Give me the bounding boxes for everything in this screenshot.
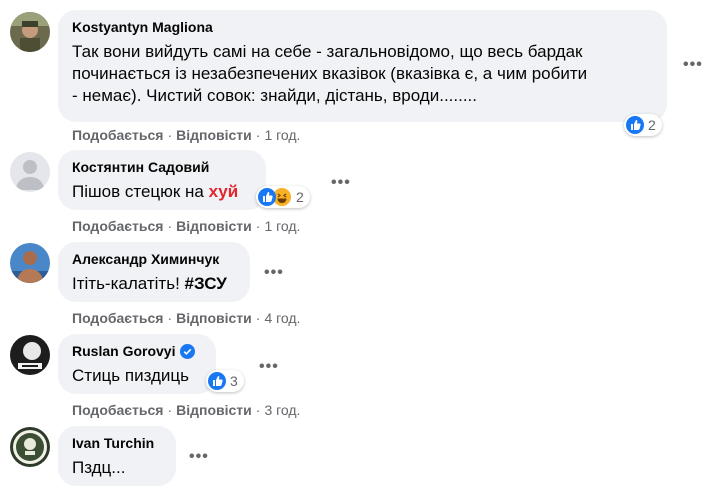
comment-author[interactable]: Александр Химинчук xyxy=(72,250,236,268)
verified-badge-icon xyxy=(180,343,196,359)
comment-bubble: Ivan Turchin Пздц... xyxy=(58,426,176,486)
comment-bubble: Kostyantyn Magliona Так вони вийдуть сам… xyxy=(58,10,667,122)
reply-button[interactable]: Відповісти xyxy=(176,218,252,234)
avatar[interactable] xyxy=(10,152,50,192)
reply-button[interactable]: Відповісти xyxy=(176,402,252,418)
timestamp[interactable]: 1 год. xyxy=(264,127,300,143)
reaction-summary[interactable]: 2 xyxy=(624,114,662,136)
comment-actions: Подобається · Відповісти · 1 год. xyxy=(72,127,301,143)
reaction-summary[interactable]: 3 xyxy=(206,370,244,392)
reaction-count: 3 xyxy=(230,373,238,389)
reaction-count: 2 xyxy=(648,117,656,133)
reply-button[interactable]: Відповісти xyxy=(176,127,252,143)
timestamp[interactable]: 3 год. xyxy=(264,402,300,418)
more-options-button[interactable]: ••• xyxy=(189,448,209,466)
comment-author[interactable]: Ruslan Gorovyi xyxy=(72,342,202,360)
censored-word: хуй xyxy=(208,182,239,201)
like-icon xyxy=(258,188,276,206)
more-options-button[interactable]: ••• xyxy=(331,174,351,192)
like-button[interactable]: Подобається xyxy=(72,402,163,418)
like-button[interactable]: Подобається xyxy=(72,127,163,143)
like-button[interactable]: Подобається xyxy=(72,310,163,326)
comment-actions: Подобається · Відповісти · 3 год. xyxy=(72,402,301,418)
comment-bubble: Александр Химинчук Ітіть-калатіть! #ЗСУ xyxy=(58,242,250,302)
more-options-button[interactable]: ••• xyxy=(683,56,703,74)
comment-bubble: Ruslan Gorovyi Стиць пиздиць xyxy=(58,334,216,394)
comment-text: Пішов стецюк на хуй xyxy=(72,182,239,201)
comment-text: Ітіть-калатіть! #ЗСУ xyxy=(72,274,227,293)
comment-text: Стиць пиздиць xyxy=(72,366,190,385)
avatar[interactable] xyxy=(10,335,50,375)
like-button[interactable]: Подобається xyxy=(72,218,163,234)
comment-actions: Подобається · Відповісти · 1 год. xyxy=(72,218,301,234)
hashtag-link[interactable]: #ЗСУ xyxy=(185,274,227,293)
comment-author[interactable]: Костянтин Садовий xyxy=(72,158,252,176)
like-icon xyxy=(626,116,644,134)
timestamp[interactable]: 4 год. xyxy=(264,310,300,326)
reaction-summary[interactable]: 2 xyxy=(256,186,310,208)
comment-actions: Подобається · Відповісти · 4 год. xyxy=(72,310,301,326)
comment-author[interactable]: Kostyantyn Magliona xyxy=(72,18,653,36)
more-options-button[interactable]: ••• xyxy=(264,264,284,282)
comment-text: Пздц... xyxy=(72,458,126,477)
avatar[interactable] xyxy=(10,243,50,283)
comment-bubble: Костянтин Садовий Пішов стецюк на хуй xyxy=(58,150,266,210)
avatar[interactable] xyxy=(10,12,50,52)
comment-author[interactable]: Ivan Turchin xyxy=(72,434,162,452)
more-options-button[interactable]: ••• xyxy=(259,358,279,376)
timestamp[interactable]: 1 год. xyxy=(264,218,300,234)
comment-text: Так вони вийдуть самі на себе - загально… xyxy=(72,42,588,105)
like-icon xyxy=(208,372,226,390)
reply-button[interactable]: Відповісти xyxy=(176,310,252,326)
reaction-count: 2 xyxy=(296,189,304,205)
avatar[interactable] xyxy=(10,427,50,467)
